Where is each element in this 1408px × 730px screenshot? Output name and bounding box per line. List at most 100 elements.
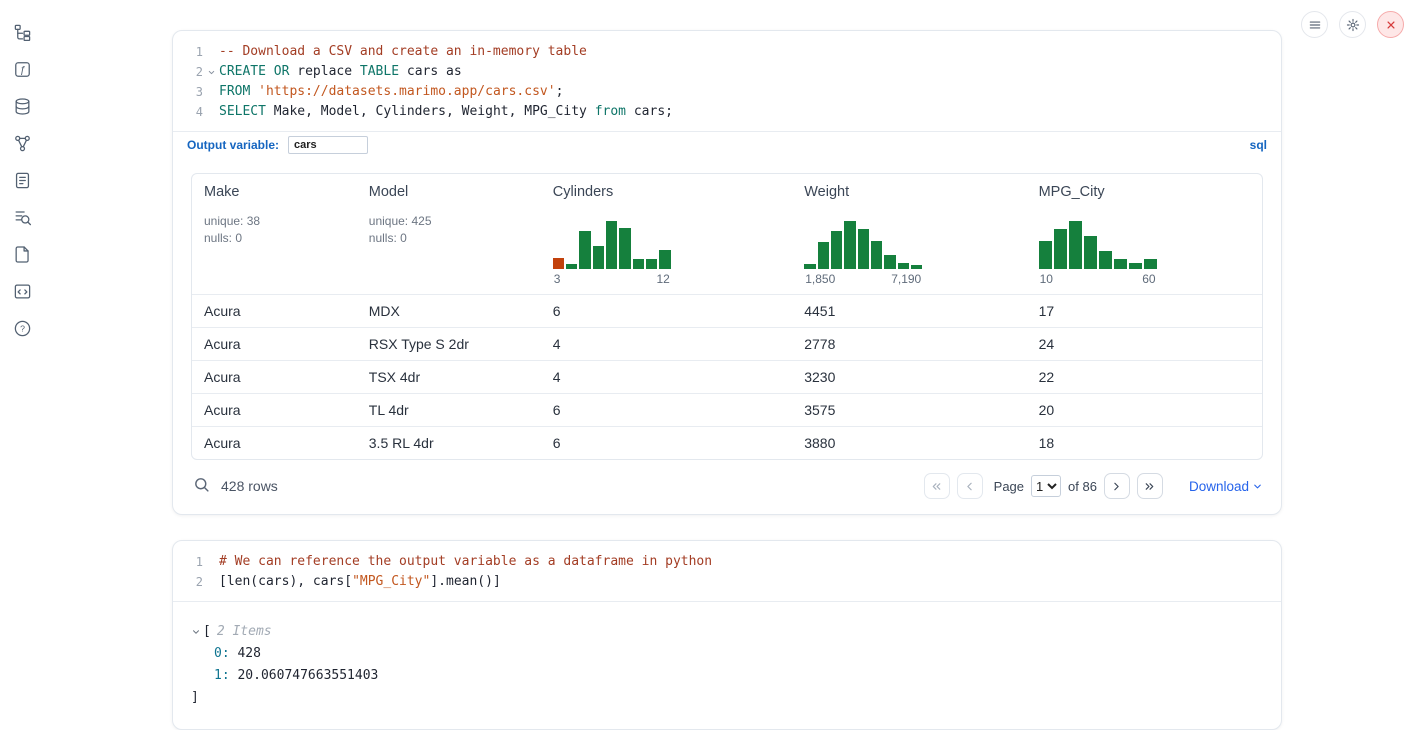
- histogram-bar: [593, 246, 604, 269]
- column-header-cylinders[interactable]: Cylinders 3 12: [541, 174, 792, 294]
- table-cell: 6: [541, 426, 792, 459]
- column-name: Cylinders: [553, 184, 780, 200]
- histogram-bar: [884, 255, 895, 269]
- help-icon: ?: [13, 319, 32, 338]
- table-footer: 428 rows Page 1 of 86: [173, 460, 1281, 514]
- collapse-chevron-icon[interactable]: [191, 627, 201, 637]
- column-header-content: Weight1,8507,190: [804, 184, 1014, 286]
- search-button[interactable]: [191, 476, 211, 496]
- data-table: Makeunique: 38nulls: 0Modelunique: 425nu…: [191, 173, 1263, 460]
- chevron-down-icon: [1252, 481, 1263, 492]
- line-number: 3: [181, 82, 203, 102]
- column-header-make[interactable]: Makeunique: 38nulls: 0: [192, 174, 357, 294]
- sql-code-editor[interactable]: 1-- Download a CSV and create an in-memo…: [173, 31, 1281, 131]
- table-header-row: Makeunique: 38nulls: 0Modelunique: 425nu…: [192, 174, 1262, 294]
- first-page-button[interactable]: [924, 473, 950, 499]
- sidebar-item-file-tree[interactable]: [12, 22, 32, 42]
- line-number: 1: [181, 552, 203, 572]
- sidebar-item-function[interactable]: ƒ: [12, 59, 32, 79]
- histogram-axis: 1,8507,190: [804, 272, 922, 286]
- axis-min-label: 3: [554, 272, 561, 286]
- column-header-weight[interactable]: Weight1,8507,190: [792, 174, 1026, 294]
- sidebar-item-scratchpad[interactable]: [12, 170, 32, 190]
- open-bracket: [: [203, 621, 211, 643]
- menu-button[interactable]: [1301, 11, 1328, 38]
- gear-icon: [1346, 18, 1360, 32]
- histogram-bar: [606, 221, 617, 269]
- fold-spacer: [203, 102, 219, 122]
- column-header-content: Cylinders 3 12: [553, 184, 780, 286]
- download-link[interactable]: Download: [1189, 479, 1263, 494]
- histogram-bar: [818, 242, 829, 269]
- code-line: 2[len(cars), cars["MPG_City"].mean()]: [181, 572, 1265, 592]
- column-header-content: MPG_City1060: [1039, 184, 1250, 286]
- total-pages-label: of 86: [1068, 479, 1097, 494]
- output-variable-label: Output variable:: [187, 138, 279, 152]
- last-page-button[interactable]: [1137, 473, 1163, 499]
- fold-spacer: [203, 82, 219, 102]
- code-text: FROM 'https://datasets.marimo.app/cars.c…: [219, 82, 563, 102]
- menu-icon: [1308, 18, 1322, 32]
- sql-cell: 1 -- Download a CSV and create an in-memo…: [172, 30, 1282, 515]
- sidebar-item-documentation[interactable]: [12, 244, 32, 264]
- output-variable-input[interactable]: [288, 136, 368, 154]
- table-row: AcuraMDX6445117: [192, 294, 1262, 327]
- sidebar-item-dependency-graph[interactable]: [12, 133, 32, 153]
- histogram-bar: [911, 265, 922, 269]
- table-cell: 6: [541, 294, 792, 327]
- table-cell: 4451: [792, 294, 1026, 327]
- language-badge[interactable]: sql: [1250, 138, 1267, 152]
- table-row: AcuraTL 4dr6357520: [192, 393, 1262, 426]
- sidebar-item-help[interactable]: ?: [12, 318, 32, 338]
- histogram-bar: [1054, 229, 1067, 269]
- table-cell: Acura: [192, 294, 357, 327]
- settings-button[interactable]: [1339, 11, 1366, 38]
- code-text: SELECT Make, Model, Cylinders, Weight, M…: [219, 102, 673, 122]
- table-cell: 6: [541, 393, 792, 426]
- page-select[interactable]: 1: [1031, 475, 1061, 497]
- histogram-axis: 1060: [1039, 272, 1157, 286]
- column-header-model[interactable]: Modelunique: 425nulls: 0: [357, 174, 541, 294]
- sidebar-item-logs[interactable]: [12, 207, 32, 227]
- search-icon: [193, 476, 210, 493]
- table-cell: 22: [1027, 360, 1262, 393]
- sidebar-item-snippets[interactable]: [12, 281, 32, 301]
- entry-index: 1:: [214, 668, 230, 683]
- fold-chevron-icon[interactable]: [203, 62, 219, 82]
- histogram-bar: [1129, 263, 1142, 269]
- table-cell: RSX Type S 2dr: [357, 327, 541, 360]
- table-row: AcuraTSX 4dr4323022: [192, 360, 1262, 393]
- tree-close-line: ]: [191, 687, 1263, 709]
- fold-spacer: [203, 552, 219, 572]
- entry-index: 0:: [214, 646, 230, 661]
- entry-value: 428: [230, 646, 261, 661]
- tree-root-line: [2 Items: [191, 621, 1263, 643]
- histogram-bar: [646, 259, 657, 269]
- table-cell: 3575: [792, 393, 1026, 426]
- column-header-content: Makeunique: 38nulls: 0: [204, 184, 345, 286]
- sidebar-item-database[interactable]: [12, 96, 32, 116]
- column-stats: unique: 38nulls: 0: [204, 213, 345, 247]
- histogram-bar: [858, 229, 869, 269]
- table-cell: 24: [1027, 327, 1262, 360]
- histogram-bar: [619, 228, 630, 269]
- line-number: 2: [181, 62, 203, 82]
- close-button[interactable]: [1377, 11, 1404, 38]
- topbar: [1301, 11, 1404, 38]
- python-code-editor[interactable]: 1# We can reference the output variable …: [173, 541, 1281, 601]
- histogram-bar: [1039, 241, 1052, 269]
- axis-min-label: 1,850: [805, 272, 835, 286]
- line-number: 2: [181, 572, 203, 592]
- function-icon: ƒ: [13, 60, 32, 79]
- histogram-bar: [633, 259, 644, 269]
- table-cell: Acura: [192, 393, 357, 426]
- prev-page-button[interactable]: [957, 473, 983, 499]
- axis-max-label: 12: [656, 272, 669, 286]
- code-text: -- Download a CSV and create an in-memor…: [219, 42, 587, 62]
- column-header-mpg_city[interactable]: MPG_City1060: [1027, 174, 1262, 294]
- code-line: 2CREATE OR replace TABLE cars as: [181, 62, 1265, 82]
- next-page-button[interactable]: [1104, 473, 1130, 499]
- table-cell: 18: [1027, 426, 1262, 459]
- close-icon: [1384, 18, 1398, 32]
- python-cell: 1# We can reference the output variable …: [172, 540, 1282, 730]
